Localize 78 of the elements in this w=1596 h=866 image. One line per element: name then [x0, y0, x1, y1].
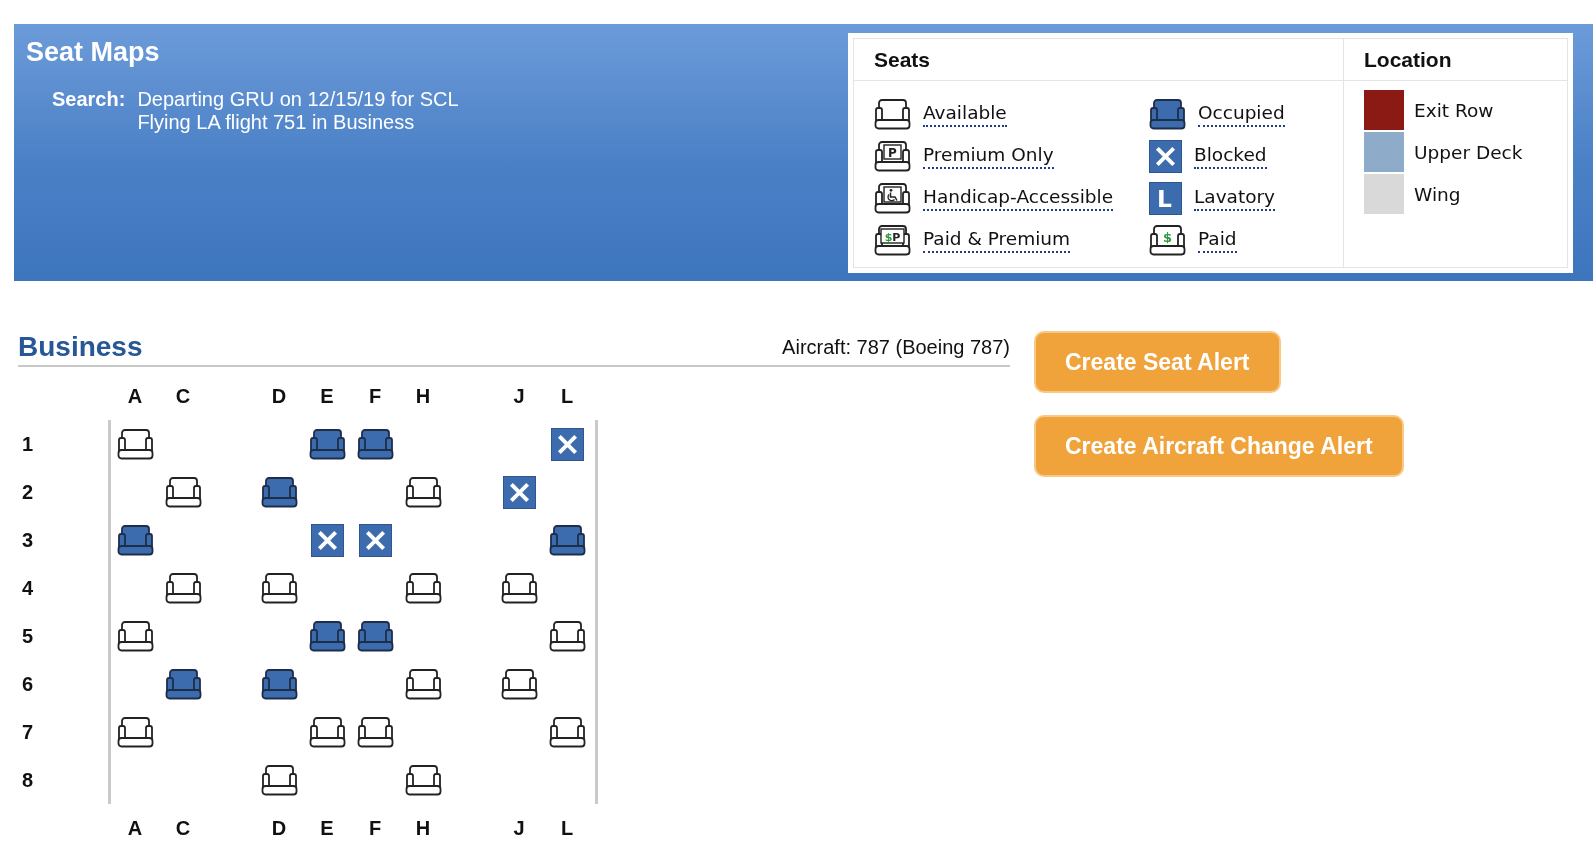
- row-number: 1: [22, 432, 34, 456]
- seat-icon: [500, 572, 538, 604]
- legend-link[interactable]: Paid: [1198, 227, 1237, 253]
- column-letter: A: [127, 816, 143, 840]
- seat-icon: [164, 572, 202, 604]
- search-text: Departing GRU on 12/15/19 for SCL: [137, 88, 459, 111]
- column-letter: C: [175, 384, 191, 408]
- seat-icon: [404, 668, 442, 700]
- filled-seat-icon: [356, 428, 394, 460]
- seat-icon: [260, 764, 298, 796]
- search-label: Search:: [52, 88, 126, 112]
- location-label: Exit Row: [1414, 99, 1494, 121]
- search-text: Flying LA flight 751 in Business: [137, 111, 415, 134]
- x-square-icon: [1149, 139, 1182, 173]
- legend-link[interactable]: Occupied: [1198, 101, 1285, 127]
- seat-icon: [874, 98, 911, 130]
- seat-icon: [548, 620, 586, 652]
- legend-heading: Location: [1364, 47, 1452, 72]
- seat-icon: [260, 572, 298, 604]
- row-number: 3: [22, 528, 34, 552]
- column-letter: D: [271, 816, 287, 840]
- filled-seat-icon: [164, 668, 202, 700]
- seat-icon: [116, 620, 154, 652]
- section-title: Business: [18, 330, 143, 364]
- seat-icon: [404, 572, 442, 604]
- row-number: 4: [22, 576, 34, 600]
- filled-seat-icon: [308, 620, 346, 652]
- row-number: 7: [22, 720, 34, 744]
- legend-link[interactable]: Blocked: [1194, 143, 1267, 169]
- filled-seat-icon: [356, 620, 394, 652]
- column-letter: H: [415, 816, 431, 840]
- column-letter: H: [415, 384, 431, 408]
- legend-link[interactable]: Lavatory: [1194, 185, 1276, 211]
- column-letter: E: [320, 384, 334, 408]
- x-square-icon: [502, 475, 536, 509]
- legend-link[interactable]: Paid & Premium: [923, 227, 1071, 253]
- x-square-icon: [358, 523, 392, 557]
- legend-link[interactable]: Handicap-Accessible: [923, 185, 1114, 211]
- x-square-icon: [550, 427, 584, 461]
- row-number: 6: [22, 672, 34, 696]
- column-letter: L: [560, 384, 574, 408]
- filled-seat-icon: [1149, 98, 1186, 130]
- column-letter: L: [560, 816, 574, 840]
- location-label: Upper Deck: [1414, 141, 1523, 163]
- legend-heading: Seats: [874, 47, 931, 72]
- column-letter: J: [513, 384, 525, 408]
- seat-icon: [308, 716, 346, 748]
- seat-icon: [548, 716, 586, 748]
- seat-icon: [356, 716, 394, 748]
- x-square-icon: [310, 523, 344, 557]
- column-letter: E: [320, 816, 334, 840]
- seat-icon: [500, 668, 538, 700]
- filled-seat-icon: [116, 524, 154, 556]
- seat-icon: [164, 476, 202, 508]
- column-letter: D: [271, 384, 287, 408]
- filled-seat-icon: [308, 428, 346, 460]
- column-letter: J: [513, 816, 525, 840]
- wheelchair-seat-icon: [874, 182, 911, 214]
- column-letter: A: [127, 384, 143, 408]
- filled-seat-icon: [260, 476, 298, 508]
- seat-icon: [404, 764, 442, 796]
- location-label: Wing: [1414, 183, 1461, 205]
- aircraft-info: Aircraft: 787 (Boeing 787): [782, 335, 1010, 359]
- row-number: 2: [22, 480, 34, 504]
- legend-link[interactable]: Available: [923, 101, 1007, 127]
- seat-icon: [116, 428, 154, 460]
- row-number: 8: [22, 768, 34, 792]
- legend-link[interactable]: Premium Only: [923, 143, 1054, 169]
- seat-icon: [116, 716, 154, 748]
- filled-seat-icon: [548, 524, 586, 556]
- page-title: Seat Maps: [26, 37, 160, 67]
- seat-icon: [404, 476, 442, 508]
- filled-seat-icon: [260, 668, 298, 700]
- column-letter: C: [175, 816, 191, 840]
- column-letter: F: [368, 816, 382, 840]
- column-letter: F: [368, 384, 382, 408]
- row-number: 5: [22, 624, 34, 648]
- l-square-icon: L: [1149, 181, 1182, 215]
